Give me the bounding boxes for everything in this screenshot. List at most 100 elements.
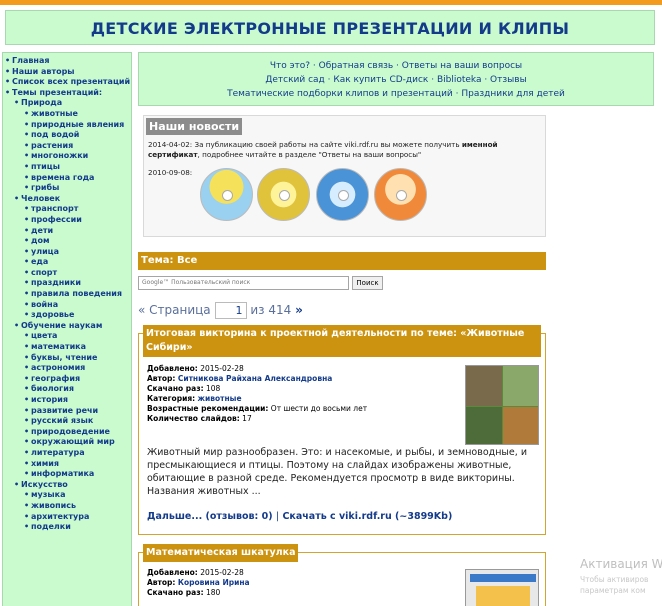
sidebar-item-label: Темы презентаций: [12,87,103,97]
sidebar-subitem[interactable]: • транспорт [5,204,129,215]
sidebar-group[interactable]: • Человек [5,194,129,205]
sidebar-item-label: под водой [31,130,80,140]
sidebar-subitem[interactable]: • дом [5,236,129,247]
bullet-icon: • [24,108,30,118]
sidebar-subitem[interactable]: • времена года [5,173,129,184]
sidebar-subitem[interactable]: • профессии [5,215,129,226]
disc-image-1[interactable] [200,168,253,221]
bullet-icon: • [24,140,30,150]
sidebar-subitem[interactable]: • архитектура [5,512,129,523]
bullet-icon: • [24,342,30,352]
author-link[interactable]: Ситникова Райхана Александровна [178,374,333,383]
download-link[interactable]: Скачать с viki.rdf.ru (~3899Kb) [282,511,452,522]
presentation-card: Итоговая викторина к проектной деятельно… [138,325,546,535]
sidebar-item-label: животные [31,108,78,118]
bullet-icon: • [24,352,30,362]
bullet-icon: • [14,320,20,330]
sidebar-item-label: информатика [31,469,95,479]
bullet-icon: • [5,87,11,97]
nav-line-2[interactable]: Детский сад · Как купить CD-диск · Bibli… [139,73,653,87]
sidebar-group[interactable]: • Обучение наукам [5,321,129,332]
news-date-1: 2014-04-02: [148,140,193,149]
next-page-link[interactable]: » [295,303,303,317]
sidebar-item[interactable]: • Главная [5,56,129,67]
bullet-icon: • [24,522,30,532]
sidebar-item-label: дети [31,225,54,235]
disc-image-4[interactable] [374,168,427,221]
sidebar-item[interactable]: • Наши авторы [5,67,129,78]
sidebar-subitem[interactable]: • птицы [5,162,129,173]
sidebar-subitem[interactable]: • правила поведения [5,289,129,300]
sidebar-subitem[interactable]: • растения [5,141,129,152]
bullet-icon: • [24,183,30,193]
page-number-input[interactable]: 1 [214,302,247,319]
sidebar-subitem[interactable]: • цвета [5,331,129,342]
sidebar-subitem[interactable]: • животные [5,109,129,120]
card-title[interactable]: Итоговая викторина к проектной деятельно… [143,325,541,357]
sidebar-subitem[interactable]: • грибы [5,183,129,194]
bullet-icon: • [24,363,30,373]
sidebar-subitem[interactable]: • многоножки [5,151,129,162]
top-accent-line [0,0,662,5]
card-description: Животный мир разнообразен. Это: и насеко… [147,447,527,497]
sidebar-subitem[interactable]: • здоровье [5,310,129,321]
disc-image-3[interactable] [316,168,369,221]
windows-activation-title: Активация W [580,557,662,571]
sidebar-subitem[interactable]: • природные явления [5,120,129,131]
sidebar-subitem[interactable]: • география [5,374,129,385]
card-title[interactable]: Математическая шкатулка [143,544,299,562]
sidebar-subitem[interactable]: • война [5,300,129,311]
sidebar-group[interactable]: • Искусство [5,480,129,491]
search-button[interactable]: Поиск [352,276,383,290]
added-label: Добавлено: [147,568,198,577]
sidebar-subitem[interactable]: • музыка [5,490,129,501]
news-bold-2[interactable]: сертификат [148,150,198,159]
card-thumbnail[interactable] [465,365,539,445]
sidebar-subitem[interactable]: • биология [5,384,129,395]
more-link[interactable]: Дальше... (отзывов: 0) [147,511,273,522]
sidebar-subitem[interactable]: • астрономия [5,363,129,374]
news-title: Наши новости [146,118,243,135]
category-link[interactable]: животные [198,394,242,403]
sidebar-item-label: Наши авторы [12,66,75,76]
sidebar-subitem[interactable]: • праздники [5,278,129,289]
bullet-icon: • [14,98,20,108]
sidebar-subitem[interactable]: • спорт [5,268,129,279]
sidebar-subitem[interactable]: • окружающий мир [5,437,129,448]
sidebar-subitem[interactable]: • информатика [5,469,129,480]
disc-image-2[interactable] [257,168,310,221]
sidebar-menu: • Главная • Наши авторы • Список всех презент… [5,56,130,533]
sidebar-subitem[interactable]: • буквы, чтение [5,353,129,364]
author-link[interactable]: Коровина Ирина [178,578,250,587]
sidebar-subitem[interactable]: • живопись [5,501,129,512]
sidebar-subitem[interactable]: • химия [5,459,129,470]
sidebar-subitem[interactable]: • развитие речи [5,406,129,417]
card-title-line-1[interactable]: Итоговая викторина к проектной деятельно… [146,327,538,341]
author-label: Автор: [147,374,176,383]
sidebar-subitem[interactable]: • история [5,395,129,406]
sidebar-subitem[interactable]: • под водой [5,130,129,141]
card-meta: Добавлено: 2015-02-28 Автор: Коровина Ир… [147,568,250,598]
sidebar-group[interactable]: • Природа [5,98,129,109]
nav-line-3[interactable]: Тематические подборки клипов и презентац… [139,87,653,101]
sidebar-item-label: праздники [31,278,81,288]
sidebar-item-label: Природа [21,98,63,108]
nav-line-1[interactable]: Что это? · Обратная связь · Ответы на ва… [139,59,653,73]
sidebar-item[interactable]: • Список всех презентаций [5,77,130,88]
sidebar-subitem[interactable]: • русский язык [5,416,129,427]
card-title-line-2[interactable]: Сибири» [146,341,538,355]
search-input[interactable]: Google™ Пользовательский поиск [138,276,349,290]
pager-total: из 414 [250,303,292,317]
bullet-icon: • [24,204,30,214]
sidebar-subitem[interactable]: • литература [5,448,129,459]
slides-label: Количество слайдов: [147,414,240,423]
sidebar-subitem[interactable]: • еда [5,257,129,268]
sidebar-subitem[interactable]: • улица [5,247,129,258]
sidebar-item[interactable]: • Темы презентаций: [5,88,129,99]
sidebar-subitem[interactable]: • дети [5,226,129,237]
sidebar-subitem[interactable]: • природоведение [5,427,129,438]
card-thumbnail[interactable] [465,569,539,606]
sidebar-subitem[interactable]: • поделки [5,522,129,533]
news-bold-1[interactable]: именной [462,140,498,149]
sidebar-subitem[interactable]: • математика [5,342,129,353]
